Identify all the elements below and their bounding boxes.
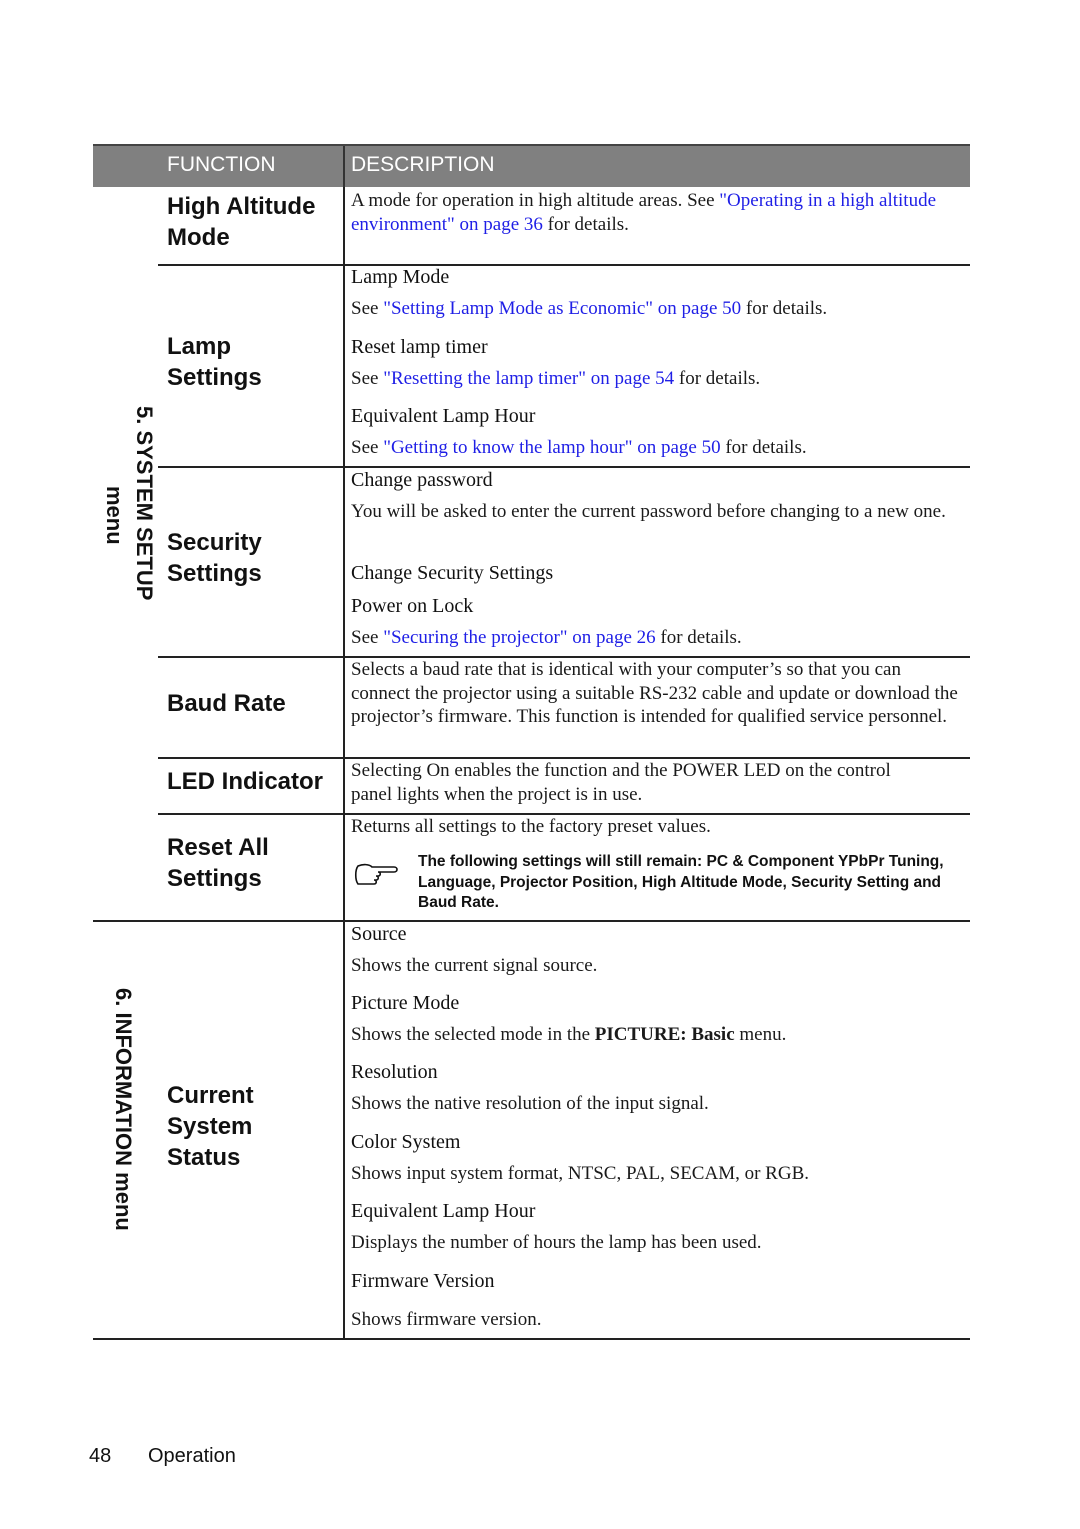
pointing-hand-note-icon [354, 863, 398, 885]
section-label-system-setup: 5. SYSTEM SETUP [132, 406, 157, 601]
section-label-system-setup-menu: menu [102, 486, 127, 545]
footer-section: Operation [148, 1445, 236, 1467]
row-divider [158, 264, 970, 266]
function-led-indicator: LED Indicator [167, 768, 324, 795]
function-lamp-settings: Lamp Settings [167, 331, 262, 393]
change-security-settings-title: Change Security Settings [351, 562, 554, 584]
page-number: 48 [89, 1445, 112, 1467]
header-divider [343, 146, 345, 187]
function-label: Mode [167, 224, 230, 251]
function-label: Status [167, 1144, 241, 1171]
function-label: System [167, 1113, 253, 1140]
description-text: for details. [741, 298, 828, 319]
menu-reference: PICTURE: Basic [594, 1024, 735, 1045]
resolution-desc: Shows the native resolution of the input… [351, 1093, 709, 1114]
function-label: Lamp [167, 333, 232, 360]
link-securing-projector[interactable]: "Securing the projector" on page 26 [383, 627, 655, 648]
function-label: Settings [167, 364, 262, 391]
baud-rate-desc: Selects a baud rate that is identical wi… [351, 659, 958, 727]
description-text: See [351, 437, 384, 458]
description-text: for details. [720, 437, 807, 458]
lamp-mode-title: Lamp Mode [351, 266, 450, 288]
description-text: See [351, 627, 384, 648]
table-bottom-border [93, 1338, 970, 1340]
link-lamp-hour[interactable]: "Getting to know the lamp hour" on page … [383, 437, 720, 458]
source-title: Source [351, 923, 407, 945]
section-divider [93, 920, 970, 922]
description-text: for details. [674, 368, 761, 389]
link-lamp-mode-economic[interactable]: "Setting Lamp Mode as Economic" on page … [383, 298, 741, 319]
description-text: A mode for operation in high altitude ar… [351, 190, 720, 211]
function-label: Current [167, 1082, 254, 1109]
reset-lamp-timer-title: Reset lamp timer [351, 336, 488, 358]
description-text: See [351, 368, 384, 389]
column-divider [343, 187, 345, 1339]
description-high-altitude-mode: A mode for operation in high altitude ar… [351, 189, 963, 236]
color-system-desc: Shows input system format, NTSC, PAL, SE… [351, 1163, 809, 1184]
function-security-settings: Security Settings [167, 527, 262, 589]
function-label: High Altitude [167, 193, 316, 220]
header-function: FUNCTION [167, 153, 276, 176]
led-indicator-desc: Selecting On enables the function and th… [351, 760, 891, 805]
function-label: Reset All [167, 834, 269, 861]
power-on-lock-title: Power on Lock [351, 595, 474, 617]
picture-mode-title: Picture Mode [351, 992, 460, 1014]
function-baud-rate: Baud Rate [167, 690, 286, 717]
equivalent-lamp-hour-info-desc: Displays the number of hours the lamp ha… [351, 1232, 762, 1253]
change-password-desc: You will be asked to enter the current p… [351, 501, 946, 522]
equivalent-lamp-hour-title: Equivalent Lamp Hour [351, 405, 536, 427]
color-system-title: Color System [351, 1131, 461, 1153]
description-text: for details. [655, 627, 742, 648]
function-high-altitude-mode: High Altitude Mode [167, 191, 315, 253]
section-label-information: 6. INFORMATION menu [111, 988, 136, 1231]
equivalent-lamp-hour-desc: See "Getting to know the lamp hour" on p… [351, 436, 963, 460]
description-text: menu. [734, 1024, 787, 1045]
function-label: Settings [167, 560, 262, 587]
function-label: Security [167, 529, 262, 556]
source-desc: Shows the current signal source. [351, 955, 598, 976]
firmware-version-title: Firmware Version [351, 1270, 495, 1292]
description-text: Shows the selected mode in the [351, 1024, 595, 1045]
function-current-system-status: Current System Status [167, 1080, 254, 1173]
function-reset-all-settings: Reset All Settings [167, 832, 269, 894]
reset-lamp-timer-desc: See "Resetting the lamp timer" on page 5… [351, 367, 963, 391]
description-text: See [351, 298, 384, 319]
description-text: for details. [542, 213, 629, 235]
lamp-mode-desc: See "Setting Lamp Mode as Economic" on p… [351, 297, 963, 321]
power-on-lock-desc: See "Securing the projector" on page 26 … [351, 626, 963, 650]
resolution-title: Resolution [351, 1061, 438, 1083]
reset-all-desc: Returns all settings to the factory pres… [351, 816, 711, 837]
firmware-version-desc: Shows firmware version. [351, 1309, 542, 1330]
link-reset-lamp-timer[interactable]: "Resetting the lamp timer" on page 54 [383, 368, 674, 389]
picture-mode-desc: Shows the selected mode in the PICTURE: … [351, 1023, 963, 1047]
change-password-title: Change password [351, 469, 493, 491]
equivalent-lamp-hour-info-title: Equivalent Lamp Hour [351, 1200, 536, 1222]
function-label: Settings [167, 865, 262, 892]
table-header: FUNCTION DESCRIPTION [93, 144, 970, 187]
header-description: DESCRIPTION [351, 153, 495, 176]
reset-all-note: The following settings will still remain… [418, 853, 944, 911]
row-divider [158, 466, 970, 468]
